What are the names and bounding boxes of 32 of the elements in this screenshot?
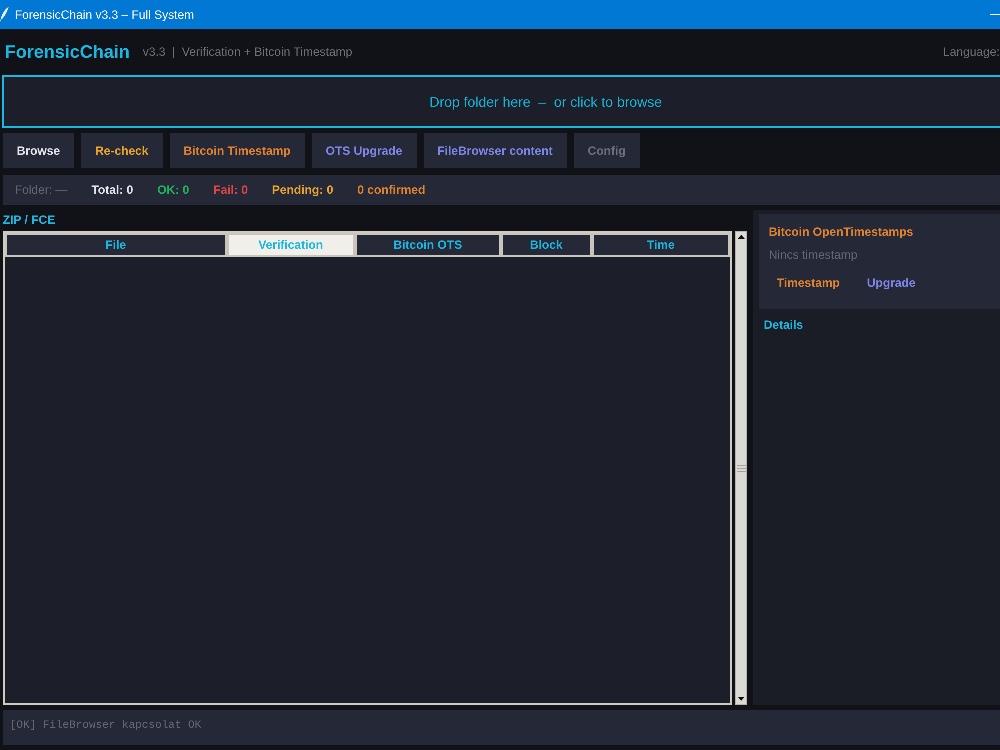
toolbar-button[interactable]: Re-check xyxy=(81,133,163,168)
log-line: [OK] FileBrowser kapcsolat OK xyxy=(10,719,202,733)
scrollbar[interactable] xyxy=(735,231,747,705)
column-header[interactable]: Time xyxy=(592,233,730,257)
stat-count: Fail: 0 xyxy=(213,183,248,197)
grip-icon xyxy=(736,464,746,472)
folder-path: Folder: — xyxy=(15,183,68,197)
stat-count: Pending: 0 xyxy=(272,183,334,197)
language-label: Language: xyxy=(943,45,1000,59)
details-heading: Details xyxy=(764,318,804,332)
table-title: ZIP / FCE xyxy=(3,212,56,229)
window-title: ForensicChain v3.3 – Full System xyxy=(15,8,194,22)
timestamp-status: Nincs timestamp xyxy=(769,248,858,262)
column-header[interactable]: Bitcoin OTS xyxy=(355,233,501,257)
app-subtitle: v3.3 | Verification + Bitcoin Timestamp xyxy=(143,45,353,59)
drop-zone[interactable]: Drop folder here – or click to browse xyxy=(2,75,1000,128)
card-title: Bitcoin OpenTimestamps xyxy=(769,225,914,239)
feather-icon xyxy=(0,6,9,22)
stat-count: 0 confirmed xyxy=(358,183,426,197)
app-name: ForensicChain xyxy=(5,42,130,62)
column-header[interactable]: File xyxy=(5,233,227,257)
panel-button[interactable]: Upgrade xyxy=(859,272,924,294)
stat-count: OK: 0 xyxy=(157,183,190,197)
toolbar-button[interactable]: Browse xyxy=(3,133,74,168)
down-arrow-icon[interactable] xyxy=(738,697,744,701)
up-arrow-icon[interactable] xyxy=(738,235,744,239)
toolbar-button[interactable]: FileBrowser content xyxy=(424,133,567,168)
toolbar-button[interactable]: OTS Upgrade xyxy=(312,133,417,168)
stat-count: Total: 0 xyxy=(92,183,134,197)
panel-button[interactable]: Timestamp xyxy=(769,272,848,294)
column-header[interactable]: Block xyxy=(501,233,592,257)
toolbar-button[interactable]: Bitcoin Timestamp xyxy=(170,133,305,168)
